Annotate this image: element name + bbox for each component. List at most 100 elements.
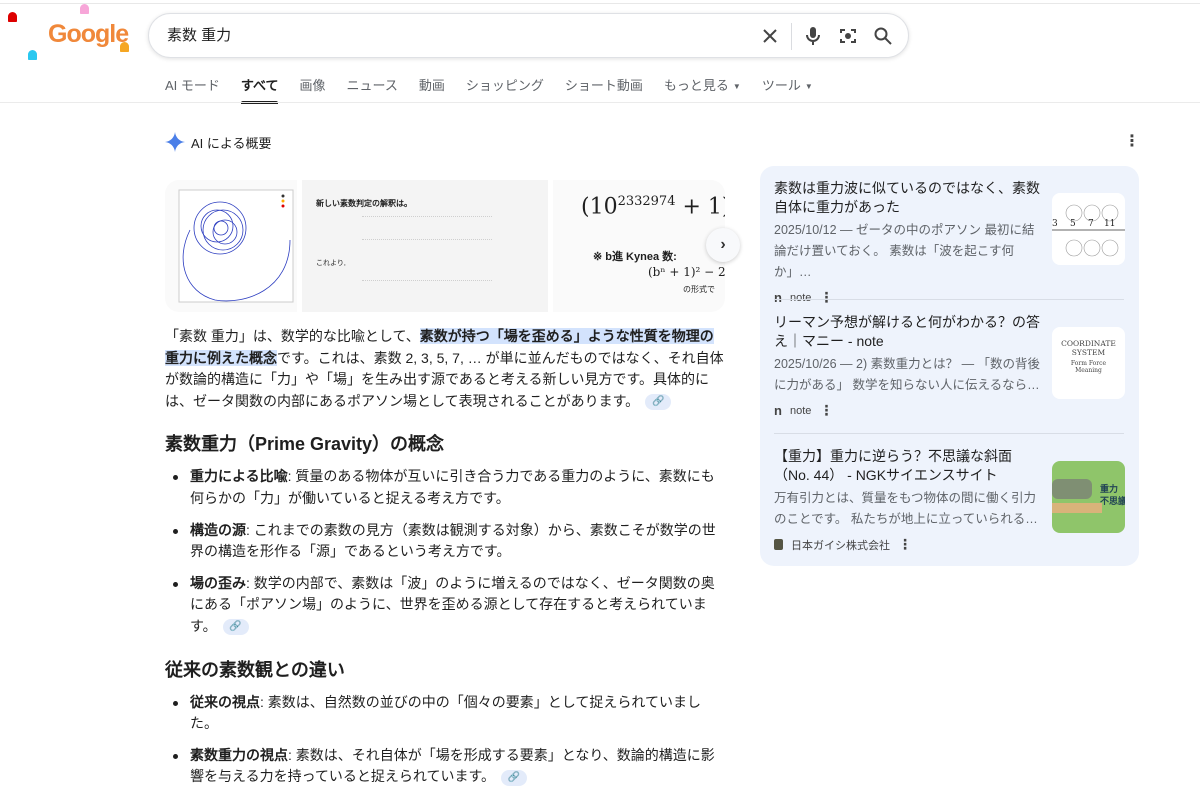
tab-shopping[interactable]: ショッピング	[466, 75, 544, 104]
thumb-label-line: 不思議	[1100, 496, 1125, 506]
divider	[774, 433, 1124, 434]
image-text: これより,	[316, 260, 346, 267]
more-options-icon[interactable]: ⋮	[819, 289, 833, 306]
search-icon[interactable]	[872, 25, 894, 47]
image-formula-2: (bⁿ + 1)² − 2	[648, 265, 725, 279]
red-ghost-icon	[8, 12, 17, 22]
list-item: 重力による比喩: 質量のある物体が互いに引き合う力である重力のように、素数にも何…	[165, 466, 725, 509]
concept-list: 重力による比喩: 質量のある物体が互いに引き合う力である重力のように、素数にも何…	[165, 466, 725, 637]
tab-more[interactable]: もっと見る ▼	[664, 75, 741, 104]
ai-overview-body: 「素数 重力」は、数学的な比喩として、素数が持つ「場を歪める」ような性質を物理の…	[165, 326, 725, 798]
thumb-decoration	[1052, 479, 1092, 499]
cyan-ghost-icon	[28, 50, 37, 60]
list-term: 重力による比喩	[190, 468, 288, 485]
source-link-icon[interactable]: 🔗	[645, 394, 672, 411]
source-title[interactable]: 【重力】重力に逆らう？不思議な斜面（No. 44） - NGKサイエンスサイト	[774, 447, 1046, 485]
formula-rest: + 1)	[675, 194, 725, 220]
logo-text: Google	[48, 20, 129, 48]
section-heading: 従来の素数観との違い	[165, 659, 345, 680]
source-snippet: 2025/10/12 — ゼータの中のポアソン 最初に結論だけ置いておく。 素数…	[774, 223, 1035, 279]
caret-down-icon: ▼	[804, 82, 813, 92]
list-term: 素数重力の視点	[190, 746, 288, 763]
formula-base: (10	[581, 194, 618, 220]
source-thumbnail: COORDINATE SYSTEM Form Force Meaning	[1052, 327, 1125, 399]
divider	[774, 299, 1124, 300]
source-link-icon[interactable]: 🔗	[501, 769, 528, 786]
more-options-icon[interactable]: ⋮	[898, 536, 912, 553]
more-options-icon[interactable]: ⋮	[819, 402, 833, 419]
note-logo-icon: n	[774, 290, 782, 305]
carousel-next-button[interactable]: ›	[706, 228, 740, 262]
note-logo-icon: n	[774, 403, 782, 418]
image-label: ※ b進 Kynea 数:	[593, 251, 677, 263]
source-site: note	[789, 291, 812, 304]
image-heading: 新しい素数判定の解釈は。	[316, 199, 412, 208]
source-thumbnail: 3 5 7 11	[1052, 193, 1125, 265]
caret-down-icon: ▼	[732, 82, 741, 92]
thumb-label: 11	[1104, 219, 1116, 229]
tab-more-label: もっと見る	[663, 78, 729, 93]
thumb-label: SYSTEM	[1071, 348, 1106, 357]
prime-interpretation-image[interactable]: 新しい素数判定の解釈は。 これより,	[302, 180, 548, 312]
sources-panel: 素数は重力波に似ているのではなく、素数自体に重力があった 2025/10/12 …	[760, 166, 1139, 566]
list-item: 従来の視点: 素数は、自然数の並びの中の「個々の要素」として捉えられていました。	[165, 692, 725, 735]
clear-icon[interactable]	[759, 25, 781, 47]
source-title[interactable]: リーマン予想が解けると何がわかる？の答え｜マニー - note	[774, 313, 1046, 351]
top-border	[0, 3, 1200, 4]
source-card[interactable]: 【重力】重力に逆らう？不思議な斜面（No. 44） - NGKサイエンスサイト …	[774, 447, 1126, 553]
microphone-icon[interactable]	[802, 25, 824, 47]
spiral-plot-image[interactable]	[165, 180, 297, 312]
intro-paragraph: 「素数 重力」は、数学的な比喩として、素数が持つ「場を歪める」ような性質を物理の…	[165, 326, 725, 412]
image-tail: の形式で	[683, 285, 715, 294]
thumb-label: 5	[1070, 219, 1076, 229]
comparison-list: 従来の視点: 素数は、自然数の並びの中の「個々の要素」として捉えられていました。…	[165, 692, 725, 788]
intro-text: 「素数 重力」は、数学的な比喩として、	[165, 328, 420, 344]
lens-camera-icon[interactable]	[837, 25, 859, 47]
tab-videos[interactable]: 動画	[419, 75, 445, 104]
search-box[interactable]	[148, 13, 909, 58]
more-options-icon[interactable]: ⋮	[1124, 134, 1140, 152]
google-doodle-logo[interactable]: Google	[8, 2, 132, 62]
kynea-number-image[interactable]: (102332974 + 1)2 ※ b進 Kynea 数: (bⁿ + 1)²…	[553, 180, 725, 312]
tab-news[interactable]: ニュース	[347, 75, 398, 104]
source-site: note	[789, 404, 812, 417]
list-term: 構造の源	[190, 521, 246, 538]
tab-short-videos[interactable]: ショート動画	[565, 75, 643, 104]
source-thumbnail: 重力 不思議	[1052, 461, 1125, 533]
list-item: 場の歪み: 数学の内部で、素数は「波」のように増えるのではなく、ゼータ関数の奥に…	[165, 573, 725, 638]
formula-exponent: 2332974	[617, 194, 676, 209]
tab-images[interactable]: 画像	[299, 75, 325, 104]
list-item: 素数重力の視点: 素数は、それ自体が「場を形成する要素」となり、数論的構造に影響…	[165, 745, 725, 788]
ngk-logo-icon	[774, 539, 783, 550]
divider	[791, 23, 792, 50]
ai-overview-header: AI による概要	[165, 132, 272, 152]
tab-all[interactable]: すべて	[240, 75, 278, 104]
thumb-label-line: 重力	[1100, 484, 1119, 494]
source-snippet: 万有引力とは、質量をもつ物体の間に働く引力のことです。 私たちが地上に立っていら…	[774, 491, 1038, 526]
list-text: : 素数は、自然数の並びの中の「個々の要素」として捉えられていました。	[190, 693, 701, 732]
source-link-icon[interactable]: 🔗	[222, 619, 249, 636]
list-term: 場の歪み	[190, 574, 246, 591]
formula-lines	[362, 280, 492, 292]
source-card[interactable]: 素数は重力波に似ているのではなく、素数自体に重力があった 2025/10/12 …	[774, 179, 1126, 306]
tab-ai-mode[interactable]: AI モード	[165, 75, 220, 104]
list-item: 構造の源: これまでの素数の見方（素数は観測する対象）から、素数こそが数学の世界…	[165, 520, 725, 563]
ai-image-carousel: 新しい素数判定の解釈は。 これより, (102332974 + 1)2 ※ b進…	[165, 180, 725, 312]
source-snippet: 2025/10/26 — 2) 素数重力とは？ — 「数の背後に力がある」 数学…	[774, 357, 1041, 392]
thumb-label: 重力 不思議	[1100, 483, 1125, 507]
source-site: 日本ガイシ株式会社	[791, 539, 890, 552]
source-title[interactable]: 素数は重力波に似ているのではなく、素数自体に重力があった	[774, 179, 1046, 217]
thumb-label: Form Force	[1070, 360, 1107, 367]
search-input[interactable]	[167, 26, 727, 43]
thumb-label: 7	[1088, 219, 1094, 229]
formula-lines	[362, 216, 492, 240]
source-card[interactable]: リーマン予想が解けると何がわかる？の答え｜マニー - note 2025/10/…	[774, 313, 1126, 419]
thumb-label: 3	[1052, 219, 1058, 229]
pink-ghost-icon	[80, 4, 89, 14]
tab-tools[interactable]: ツール ▼	[762, 75, 813, 104]
list-text: : これまでの素数の見方（素数は観測する対象）から、素数こそが数学の世界の構造を…	[190, 521, 716, 560]
tab-tools-label: ツール	[761, 78, 801, 93]
ai-overview-title: AI による概要	[191, 135, 272, 151]
section-heading: 素数重力（Prime Gravity）の概念	[165, 434, 445, 455]
header-divider	[0, 102, 1200, 103]
